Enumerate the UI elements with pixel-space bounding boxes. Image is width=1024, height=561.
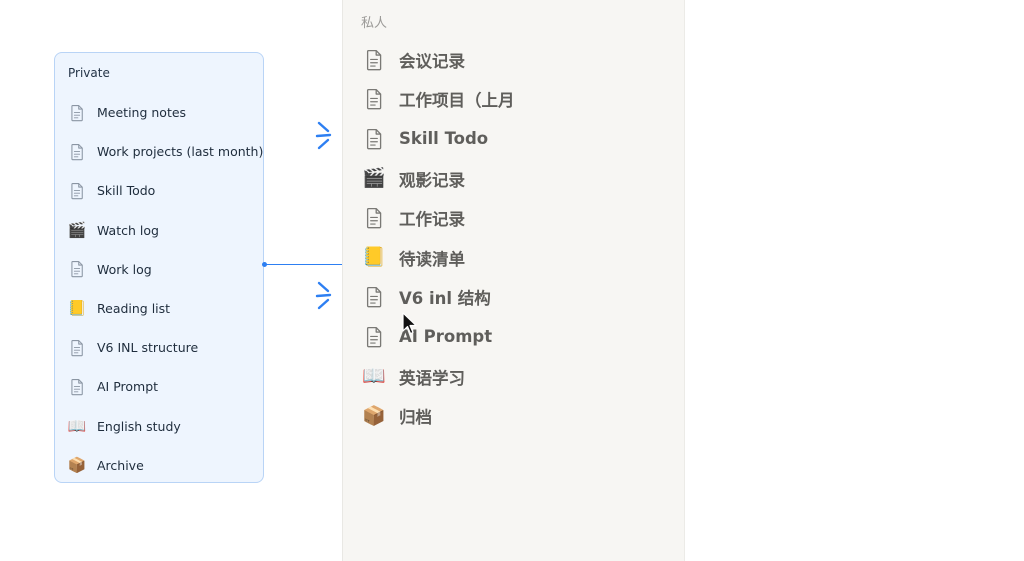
page-icon <box>68 260 86 278</box>
translation-item-label: Watch log <box>97 222 159 238</box>
page-icon <box>362 206 386 230</box>
translation-item: Meeting notes <box>55 93 263 132</box>
section-label-private[interactable]: 私人 <box>361 12 387 31</box>
yellow-book-icon: 📒 <box>362 246 386 269</box>
translation-list: Meeting notes Work projects (last month) S… <box>55 93 263 485</box>
clapperboard-icon: 🎬 <box>362 167 386 190</box>
translation-item: Work log <box>55 250 263 289</box>
translation-panel-title: Private <box>68 66 110 80</box>
sidebar-item[interactable]: V6 inl 结构 <box>343 278 684 318</box>
sidebar-item[interactable]: 📒 待读清单 <box>343 238 684 278</box>
translation-item-label: Reading list <box>97 301 171 317</box>
sidebar-item-label: 会议记录 <box>399 51 465 71</box>
page-icon <box>362 285 386 309</box>
sidebar-item-label: 归档 <box>399 408 432 428</box>
translation-item: V6 INL structure <box>55 328 263 367</box>
sidebar-item-label: 待读清单 <box>399 249 465 269</box>
sidebar-item[interactable]: 📦 归档 <box>343 396 684 436</box>
translation-item-label: Work projects (last month) <box>97 144 264 160</box>
translation-item-label: Meeting notes <box>97 105 187 121</box>
translation-item-label: AI Prompt <box>97 379 159 395</box>
page-icon <box>362 87 386 111</box>
page-icon <box>68 378 86 396</box>
sidebar-item-label: Skill Todo <box>399 129 489 149</box>
translation-item-label: English study <box>97 418 181 434</box>
connector-dot <box>262 262 267 267</box>
page-icon <box>68 143 86 161</box>
page-icon <box>68 104 86 122</box>
sidebar-item-label: 英语学习 <box>399 368 465 388</box>
sidebar-item-label: 工作项目（上月 <box>399 91 515 111</box>
sidebar-item[interactable]: 工作项目（上月 <box>343 80 684 120</box>
app-sidebar: 私人 会议记录工作项目（上月 Skill Todo 🎬 观影记录工作记录 📒 待读清单 V6… <box>342 0 685 561</box>
page-icon <box>68 339 86 357</box>
translation-item-label: Archive <box>97 457 144 473</box>
sparkle-icon <box>315 281 332 310</box>
translation-item: 📒 Reading list <box>55 289 263 328</box>
clapperboard-icon: 🎬 <box>67 220 87 239</box>
translation-item: Work projects (last month) <box>55 132 263 171</box>
sidebar-item[interactable]: Skill Todo <box>343 119 684 159</box>
translation-panel: Private Meeting notes Work projects (last… <box>54 52 264 483</box>
sidebar-item[interactable]: 🎬 观影记录 <box>343 159 684 199</box>
translation-item: 🎬 Watch log <box>55 211 263 250</box>
open-book-icon: 📖 <box>362 365 386 388</box>
connector-line <box>264 264 344 265</box>
page-icon <box>362 127 386 151</box>
mouse-cursor-icon <box>402 312 417 335</box>
translation-item-label: Work log <box>97 261 152 277</box>
package-icon: 📦 <box>362 404 386 427</box>
translation-item: 📦 Archive <box>55 446 263 485</box>
translation-item: 📖 English study <box>55 407 263 446</box>
page-icon <box>68 182 86 200</box>
sidebar-item[interactable]: 📖 英语学习 <box>343 357 684 397</box>
sidebar-page-list: 会议记录工作项目（上月 Skill Todo 🎬 观影记录工作记录 📒 待读清单 V6 in… <box>343 40 684 436</box>
sidebar-item-label: 工作记录 <box>399 210 465 230</box>
page-icon <box>362 48 386 72</box>
translation-item-label: Skill Todo <box>97 183 156 199</box>
translation-item-label: V6 INL structure <box>97 340 199 356</box>
sidebar-item[interactable]: 工作记录 <box>343 198 684 238</box>
translation-item: AI Prompt <box>55 367 263 406</box>
sidebar-item[interactable]: 会议记录 <box>343 40 684 80</box>
sidebar-item[interactable]: AI Prompt <box>343 317 684 357</box>
sidebar-item-label: 观影记录 <box>399 170 465 190</box>
sidebar-item-label: V6 inl 结构 <box>399 289 491 309</box>
yellow-book-icon: 📒 <box>67 299 87 318</box>
sparkle-icon <box>315 121 332 150</box>
package-icon: 📦 <box>67 455 87 474</box>
page-icon <box>362 325 386 349</box>
translation-item: Skill Todo <box>55 171 263 210</box>
open-book-icon: 📖 <box>67 416 87 435</box>
